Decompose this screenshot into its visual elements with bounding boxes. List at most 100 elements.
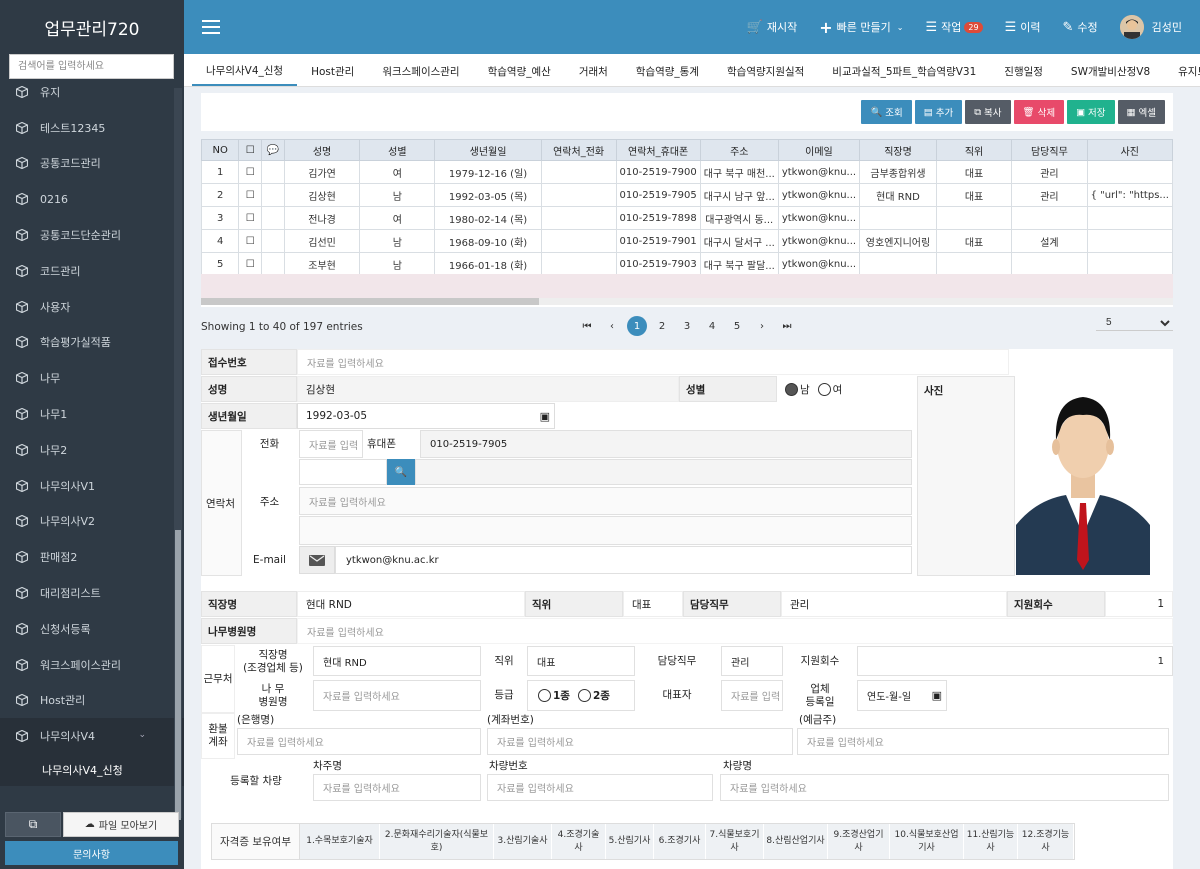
excel-button[interactable]: ▦ 엑셀 (1117, 100, 1165, 124)
table-row[interactable]: 4 ☐ 김선민 남 1968-09-10 (화) 010-2519-7901 대구시 달서구… (200, 229, 1174, 253)
column-header[interactable]: 사진 (1086, 139, 1174, 161)
first-page-icon[interactable]: ⏮ (577, 316, 597, 336)
receipt-no-input[interactable]: 자료를 입력하세요 (297, 349, 1009, 375)
address-extra-input[interactable] (415, 459, 912, 485)
zipcode-input[interactable] (299, 459, 387, 485)
address-search-button[interactable]: 🔍 (387, 459, 415, 485)
holder-input[interactable]: 자료를 입력하세요 (797, 728, 1169, 755)
tab[interactable]: 워크스페이스관리 (368, 56, 473, 86)
position-value[interactable]: 대표 (623, 591, 683, 617)
column-header[interactable]: NO (200, 139, 240, 161)
sidebar-item[interactable]: 학습평가실적품 (0, 325, 184, 361)
tab[interactable]: 유지보수 (1164, 56, 1200, 86)
sidebar-item[interactable]: 나무2 (0, 432, 184, 468)
table-row[interactable]: 1 ☐ 김가연 여 1979-12-16 (일) 010-2519-7900 대구 북구 매… (200, 160, 1174, 184)
qualification-item[interactable]: 3.산림기술사 (494, 824, 552, 859)
sidebar-item[interactable]: 유지 (0, 74, 184, 110)
add-button[interactable]: ▤ 추가 (914, 100, 963, 124)
tab[interactable]: Host관리 (297, 56, 368, 86)
column-header[interactable]: ☐ (238, 139, 263, 161)
email-input[interactable]: ytkwon@knu.ac.kr (335, 546, 912, 574)
sidebar-item[interactable]: 공통코드단순관리 (0, 217, 184, 253)
name-input[interactable]: 김상현 (297, 376, 679, 402)
car-no-input[interactable]: 자료를 입력하세요 (487, 774, 713, 801)
table-cell[interactable]: ☐ (238, 206, 263, 230)
grade-1-radio[interactable] (538, 689, 551, 702)
page-button[interactable]: 4 (702, 316, 722, 336)
calendar-icon[interactable]: ▣ (540, 410, 550, 423)
birth-date-input[interactable]: 1992-03-05 ▣ (297, 403, 555, 429)
grid-hscrollbar-thumb[interactable] (201, 298, 539, 305)
qualification-item[interactable]: 12.조경기능사 (1018, 824, 1074, 859)
sidebar-item[interactable]: 나무의사V2 (0, 504, 184, 540)
work-hospital-input[interactable]: 자료를 입력하세요 (313, 680, 481, 711)
phone-input[interactable]: 자료를 입력 (299, 430, 363, 458)
column-header[interactable]: 이메일 (777, 139, 861, 161)
column-header[interactable]: 연락처_전화 (540, 139, 617, 161)
next-page-icon[interactable]: › (752, 316, 772, 336)
table-cell[interactable]: ☐ (238, 252, 263, 276)
file-collect-button[interactable]: ☁ 파일 모아보기 (63, 812, 179, 837)
sidebar-item[interactable]: 0216 (0, 181, 184, 217)
sidebar-item[interactable]: Host관리 (0, 683, 184, 719)
sidebar-item[interactable]: 나무1 (0, 396, 184, 432)
qualification-item[interactable]: 11.산림기능사 (964, 824, 1018, 859)
qualification-item[interactable]: 6.조경기사 (654, 824, 706, 859)
page-button[interactable]: 2 (652, 316, 672, 336)
work-workplace-input[interactable]: 현대 RND (313, 646, 481, 676)
page-button[interactable]: 5 (727, 316, 747, 336)
tasks-button[interactable]: ☰ 작업 29 (925, 19, 983, 35)
prev-page-icon[interactable]: ‹ (602, 316, 622, 336)
tab[interactable]: 거래처 (565, 56, 622, 86)
delete-button[interactable]: 🗑 삭제 (1013, 100, 1065, 124)
table-cell[interactable]: ☐ (238, 183, 263, 207)
owner-input[interactable]: 자료를 입력하세요 (313, 774, 481, 801)
car-name-input[interactable]: 자료를 입력하세요 (720, 774, 1169, 801)
sidebar-subitem[interactable]: 나무의사V4_신청 (0, 754, 184, 787)
bank-input[interactable]: 자료를 입력하세요 (237, 728, 481, 755)
grid-hscrollbar[interactable] (201, 298, 1173, 305)
menu-toggle-icon[interactable] (202, 20, 220, 34)
qualification-item[interactable]: 8.산림산업기사 (764, 824, 828, 859)
qualification-item[interactable]: 9.조경산업기사 (828, 824, 890, 859)
user-menu[interactable]: 김성민 (1119, 15, 1182, 39)
table-row[interactable]: 5 ☐ 조부현 남 1966-01-18 (화) 010-2519-7903 대구 북구 팔… (200, 252, 1174, 276)
column-header[interactable]: 연락처_휴대폰 (615, 139, 701, 161)
column-header[interactable]: 담당직무 (1011, 139, 1088, 161)
edit-button[interactable]: ✎ 수정 (1062, 19, 1097, 35)
column-header[interactable]: 💬 (261, 139, 285, 161)
tab[interactable]: 학습역량_통계 (622, 56, 713, 86)
address-input[interactable]: 자료를 입력하세요 (299, 487, 912, 515)
address-detail-input[interactable] (299, 516, 912, 545)
tab[interactable]: SW개발비산정V8 (1057, 56, 1164, 86)
sidebar-item[interactable]: 공통코드관리 (0, 146, 184, 182)
column-header[interactable]: 성별 (359, 139, 436, 161)
sidebar-scrollbar-thumb[interactable] (175, 530, 181, 820)
qualification-item[interactable]: 4.조경기술사 (552, 824, 606, 859)
ceo-input[interactable]: 자료를 입력 (721, 680, 783, 711)
gender-female-radio[interactable] (817, 382, 831, 396)
biz-reg-date-input[interactable]: 연도-월-일 ▣ (857, 680, 947, 711)
restart-button[interactable]: 🛒 재시작 (747, 19, 798, 35)
sidebar-item[interactable]: 신청서등록 (0, 611, 184, 647)
qualification-item[interactable]: 2.문화재수리기술자(식물보호) (380, 824, 494, 859)
app-title[interactable]: 업무관리720 (0, 0, 184, 54)
column-header[interactable]: 주소 (699, 139, 779, 161)
sidebar-item[interactable]: 테스트12345 (0, 110, 184, 146)
profile-photo[interactable] (1016, 375, 1150, 575)
tab[interactable]: 진행일정 (990, 56, 1057, 86)
search-button[interactable]: 🔍 조회 (861, 100, 912, 124)
save-button[interactable]: ▣ 저장 (1067, 100, 1115, 124)
copy-button[interactable]: ⧉ 복사 (965, 100, 1011, 124)
sitemap-button[interactable]: ⧉ (5, 812, 61, 837)
work-position-input[interactable]: 대표 (527, 646, 635, 676)
column-header[interactable]: 생년월일 (434, 139, 542, 161)
column-header[interactable]: 성명 (283, 139, 361, 161)
sidebar-item[interactable]: 판매점2 (0, 539, 184, 575)
table-row[interactable]: 3 ☐ 전나경 여 1980-02-14 (목) 010-2519-7898 대구광역시 동… (200, 206, 1174, 230)
sidebar-item[interactable]: 나무 (0, 360, 184, 396)
page-button[interactable]: 1 (627, 316, 647, 336)
hospital-input[interactable]: 자료를 입력하세요 (297, 618, 1173, 644)
mobile-input[interactable]: 010-2519-7905 (420, 430, 912, 458)
duty-value[interactable]: 관리 (781, 591, 1007, 617)
